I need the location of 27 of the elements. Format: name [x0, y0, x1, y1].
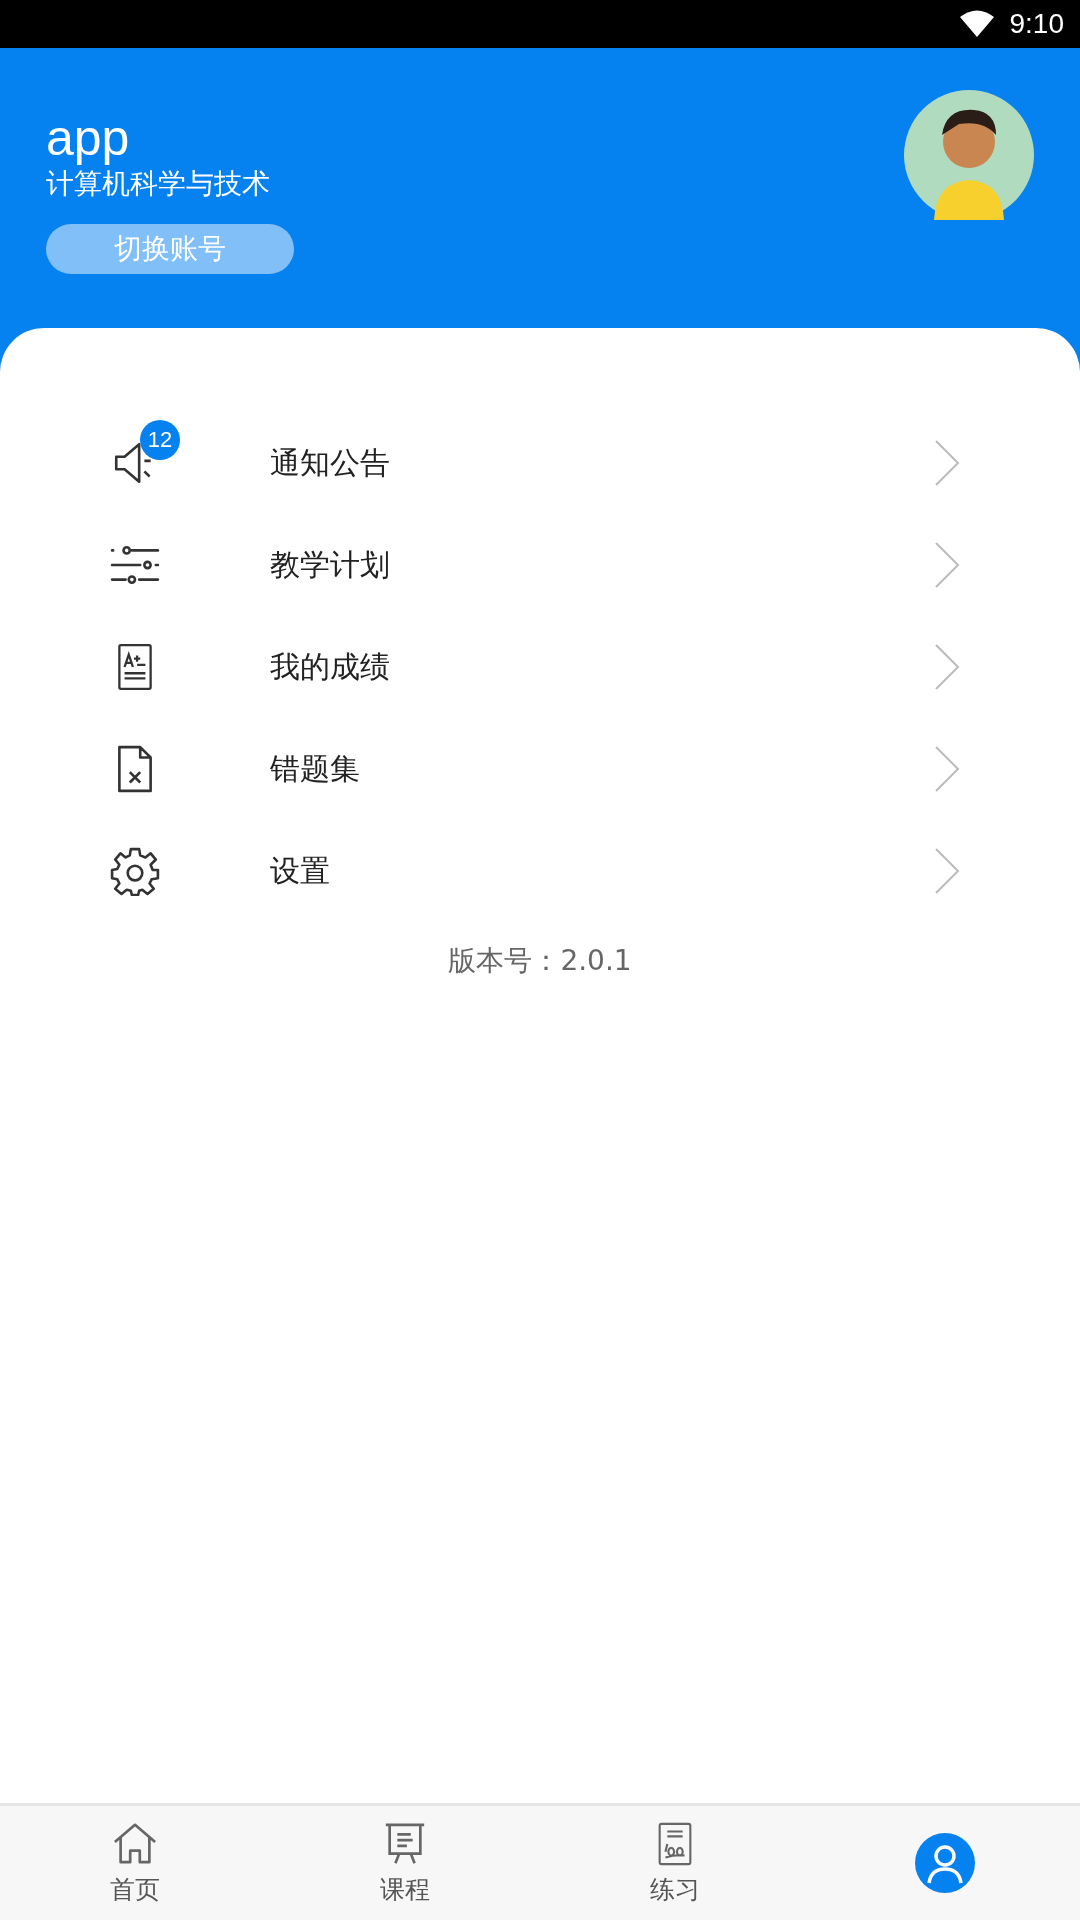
menu-item[interactable]: 错题集 — [0, 718, 1080, 820]
tab[interactable]: 练习 — [540, 1806, 810, 1920]
chevron-icon — [934, 541, 960, 589]
chevron-icon — [934, 439, 960, 487]
menu-label: 通知公告 — [270, 443, 391, 482]
version-text: 版本号：2.0.1 — [447, 943, 633, 979]
user-icon — [915, 1833, 975, 1893]
tab[interactable]: 课程 — [270, 1806, 540, 1920]
user-name: app — [46, 110, 130, 166]
avatar-icon[interactable] — [904, 90, 1034, 220]
chevron-icon — [934, 847, 960, 895]
menu-label: 教学计划 — [270, 545, 391, 584]
menu-item[interactable]: 教学计划 — [0, 514, 1080, 616]
status-time: 9:10 — [1009, 8, 1064, 40]
menu-label: 错题集 — [270, 749, 361, 788]
chevron-icon — [934, 643, 960, 691]
menu-item[interactable]: 12 通知公告 — [0, 412, 1080, 514]
menu-item[interactable]: 设置 — [0, 820, 1080, 922]
chevron-icon — [934, 745, 960, 793]
tab[interactable]: 首页 — [0, 1806, 270, 1920]
menu-label: 设置 — [270, 851, 331, 890]
menu-item[interactable]: 我的成绩 — [0, 616, 1080, 718]
menu-label: 我的成绩 — [270, 647, 391, 686]
user-major: 计算机科学与技术 — [46, 166, 270, 202]
settings-icon — [110, 846, 160, 896]
wifi-icon — [959, 10, 994, 38]
notification-badge: 12 — [140, 420, 180, 460]
